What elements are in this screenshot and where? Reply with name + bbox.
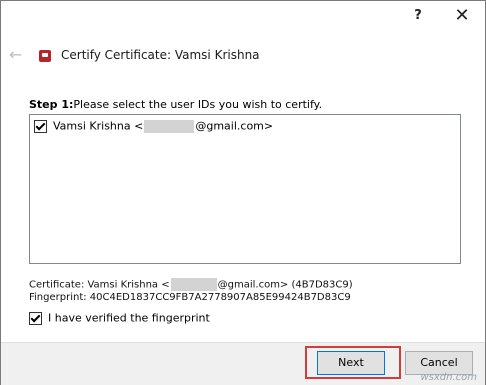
certificate-info: Certificate: Vamsi Krishna < @gmail.com> … bbox=[29, 278, 353, 291]
next-button[interactable]: Next bbox=[317, 351, 385, 375]
wizard-header: ← Certify Certificate: Vamsi Krishna bbox=[1, 39, 485, 73]
certificate-prefix: Certificate: Vamsi Krishna < bbox=[29, 279, 170, 291]
watermark: wsxdn.com bbox=[420, 372, 477, 383]
step-instruction: Step 1:Please select the user IDs you wi… bbox=[29, 98, 322, 111]
verify-fingerprint-checkbox[interactable] bbox=[29, 311, 42, 325]
verify-fingerprint-label: I have verified the fingerprint bbox=[48, 311, 210, 325]
fingerprint-info: Fingerprint: 40C4ED1837CC9FB7A2778907A85… bbox=[29, 292, 351, 303]
list-item[interactable]: Vamsi Krishna < @gmail.com> bbox=[34, 119, 273, 135]
user-id-checkbox[interactable] bbox=[34, 119, 47, 133]
certificate-icon bbox=[39, 50, 51, 62]
redacted-email bbox=[170, 278, 217, 291]
step-label: Step 1: bbox=[29, 98, 74, 111]
certify-dialog: ? ✕ ← Certify Certificate: Vamsi Krishna… bbox=[0, 0, 486, 385]
redacted-email bbox=[144, 119, 195, 133]
step-text: Please select the user IDs you wish to c… bbox=[73, 98, 323, 111]
back-arrow-icon[interactable]: ← bbox=[9, 45, 25, 65]
page-title: Certify Certificate: Vamsi Krishna bbox=[61, 48, 260, 62]
title-bar: ? ✕ bbox=[1, 1, 485, 31]
user-id-name: Vamsi Krishna < bbox=[53, 119, 144, 133]
user-id-email: @gmail.com> bbox=[195, 119, 274, 133]
certificate-suffix: @gmail.com> (4B7D83C9) bbox=[217, 279, 353, 291]
footer-bar: Next Cancel wsxdn.com bbox=[1, 342, 485, 385]
user-id-list[interactable]: Vamsi Krishna < @gmail.com> bbox=[29, 114, 461, 264]
help-button[interactable]: ? bbox=[403, 5, 433, 27]
close-button[interactable]: ✕ bbox=[447, 5, 477, 27]
verify-fingerprint-row[interactable]: I have verified the fingerprint bbox=[29, 311, 210, 325]
